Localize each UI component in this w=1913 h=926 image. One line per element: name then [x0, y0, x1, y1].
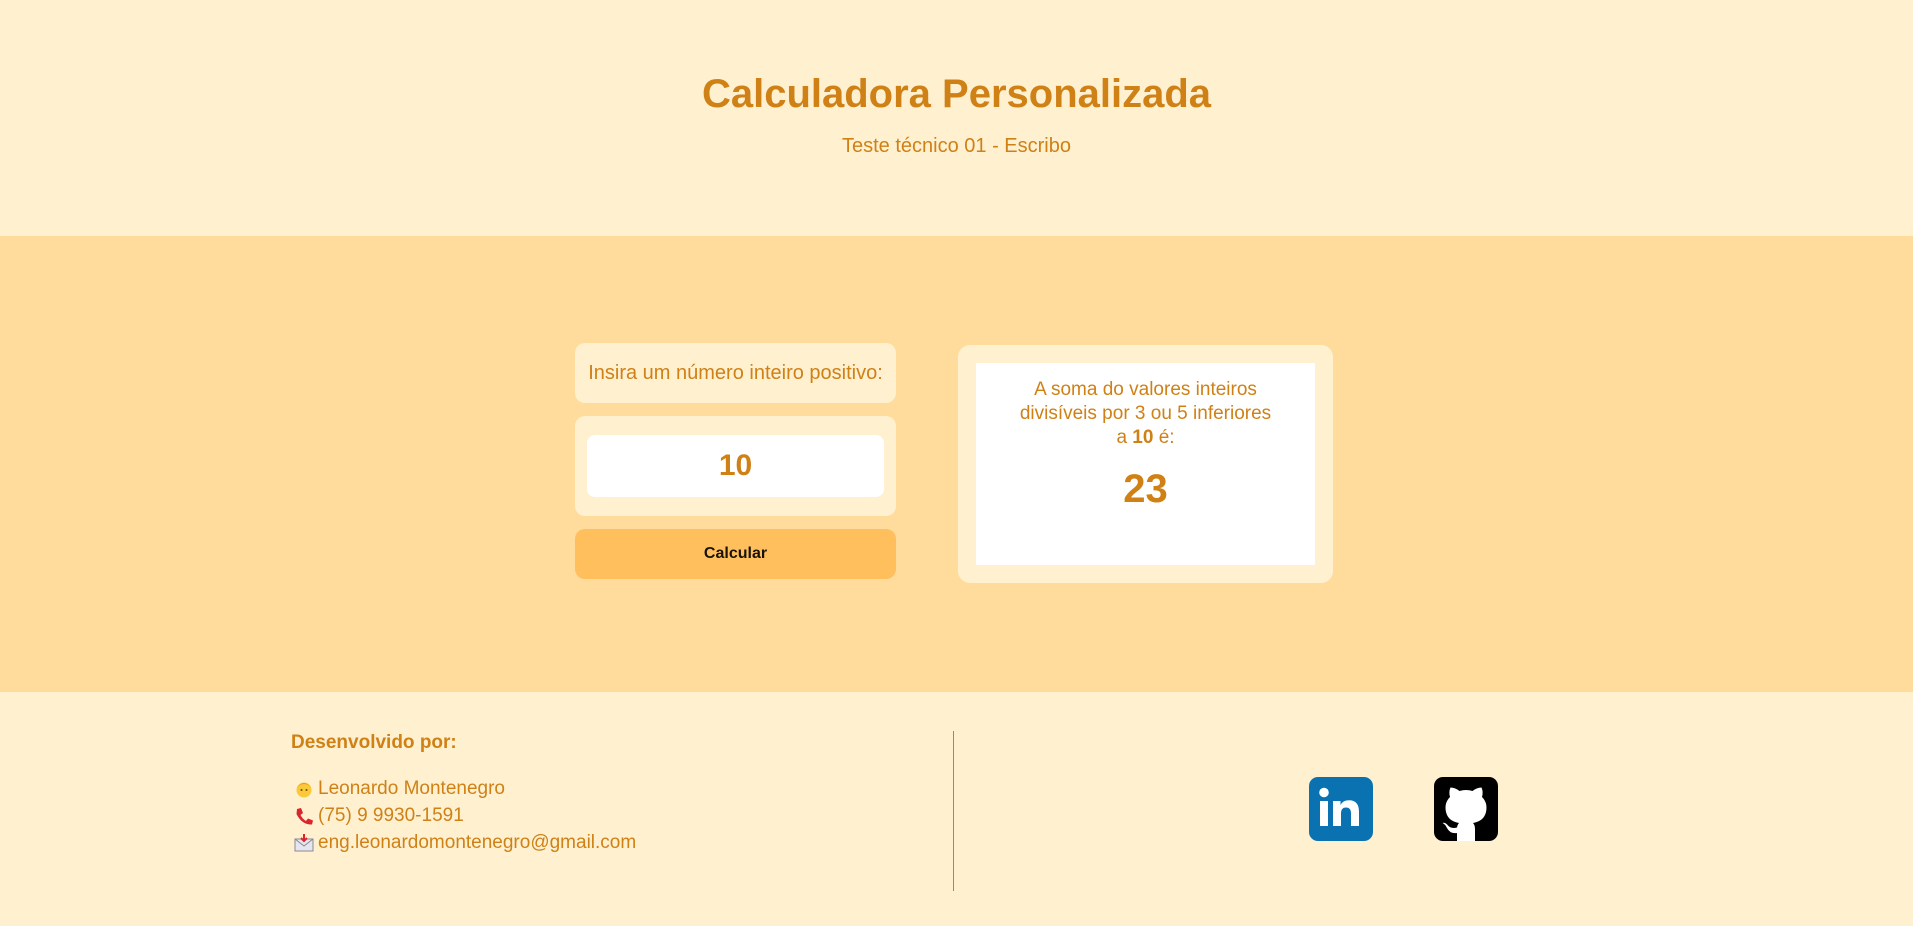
- developer-email: eng.leonardomontenegro@gmail.com: [318, 832, 637, 853]
- footer: [0, 692, 1913, 926]
- telephone-icon: [293, 806, 315, 826]
- developer-name-line: Leonardo Montenegro: [293, 778, 505, 800]
- result-text-after: é:: [1153, 427, 1175, 448]
- developer-heading: Desenvolvido por:: [291, 732, 457, 753]
- header: [0, 0, 1913, 236]
- footer-divider: [953, 731, 954, 891]
- result-panel: A soma do valores inteiros divisíveis po…: [958, 345, 1333, 583]
- input-prompt-label: Insira um número inteiro positivo:: [588, 361, 883, 384]
- page: Calculadora Personalizada Teste técnico …: [0, 0, 1913, 926]
- developer-email-line: eng.leonardomontenegro@gmail.com: [293, 832, 636, 854]
- calculate-button[interactable]: Calcular: [575, 529, 896, 579]
- developer-name: Leonardo Montenegro: [318, 778, 505, 799]
- envelope-icon: [293, 833, 315, 853]
- developer-phone: (75) 9 9930-1591: [318, 805, 464, 826]
- person-icon: [293, 779, 315, 799]
- result-description: A soma do valores inteiros divisíveis po…: [1016, 378, 1275, 450]
- github-link[interactable]: [1434, 777, 1498, 841]
- result-card: A soma do valores inteiros divisíveis po…: [976, 363, 1315, 565]
- result-value: 23: [1123, 467, 1168, 511]
- number-input-wrapper: [575, 416, 896, 516]
- number-input[interactable]: [587, 435, 884, 497]
- page-title: Calculadora Personalizada: [701, 72, 1212, 116]
- developer-phone-line: (75) 9 9930-1591: [293, 805, 464, 827]
- calculator-section: [0, 236, 1913, 692]
- page-subtitle: Teste técnico 01 - Escribo: [842, 135, 1071, 157]
- result-limit: 10: [1132, 427, 1154, 448]
- input-prompt-box: Insira um número inteiro positivo:: [575, 343, 896, 403]
- github-icon: [1442, 787, 1487, 841]
- linkedin-link[interactable]: [1309, 777, 1373, 841]
- linkedin-icon: [1319, 787, 1359, 826]
